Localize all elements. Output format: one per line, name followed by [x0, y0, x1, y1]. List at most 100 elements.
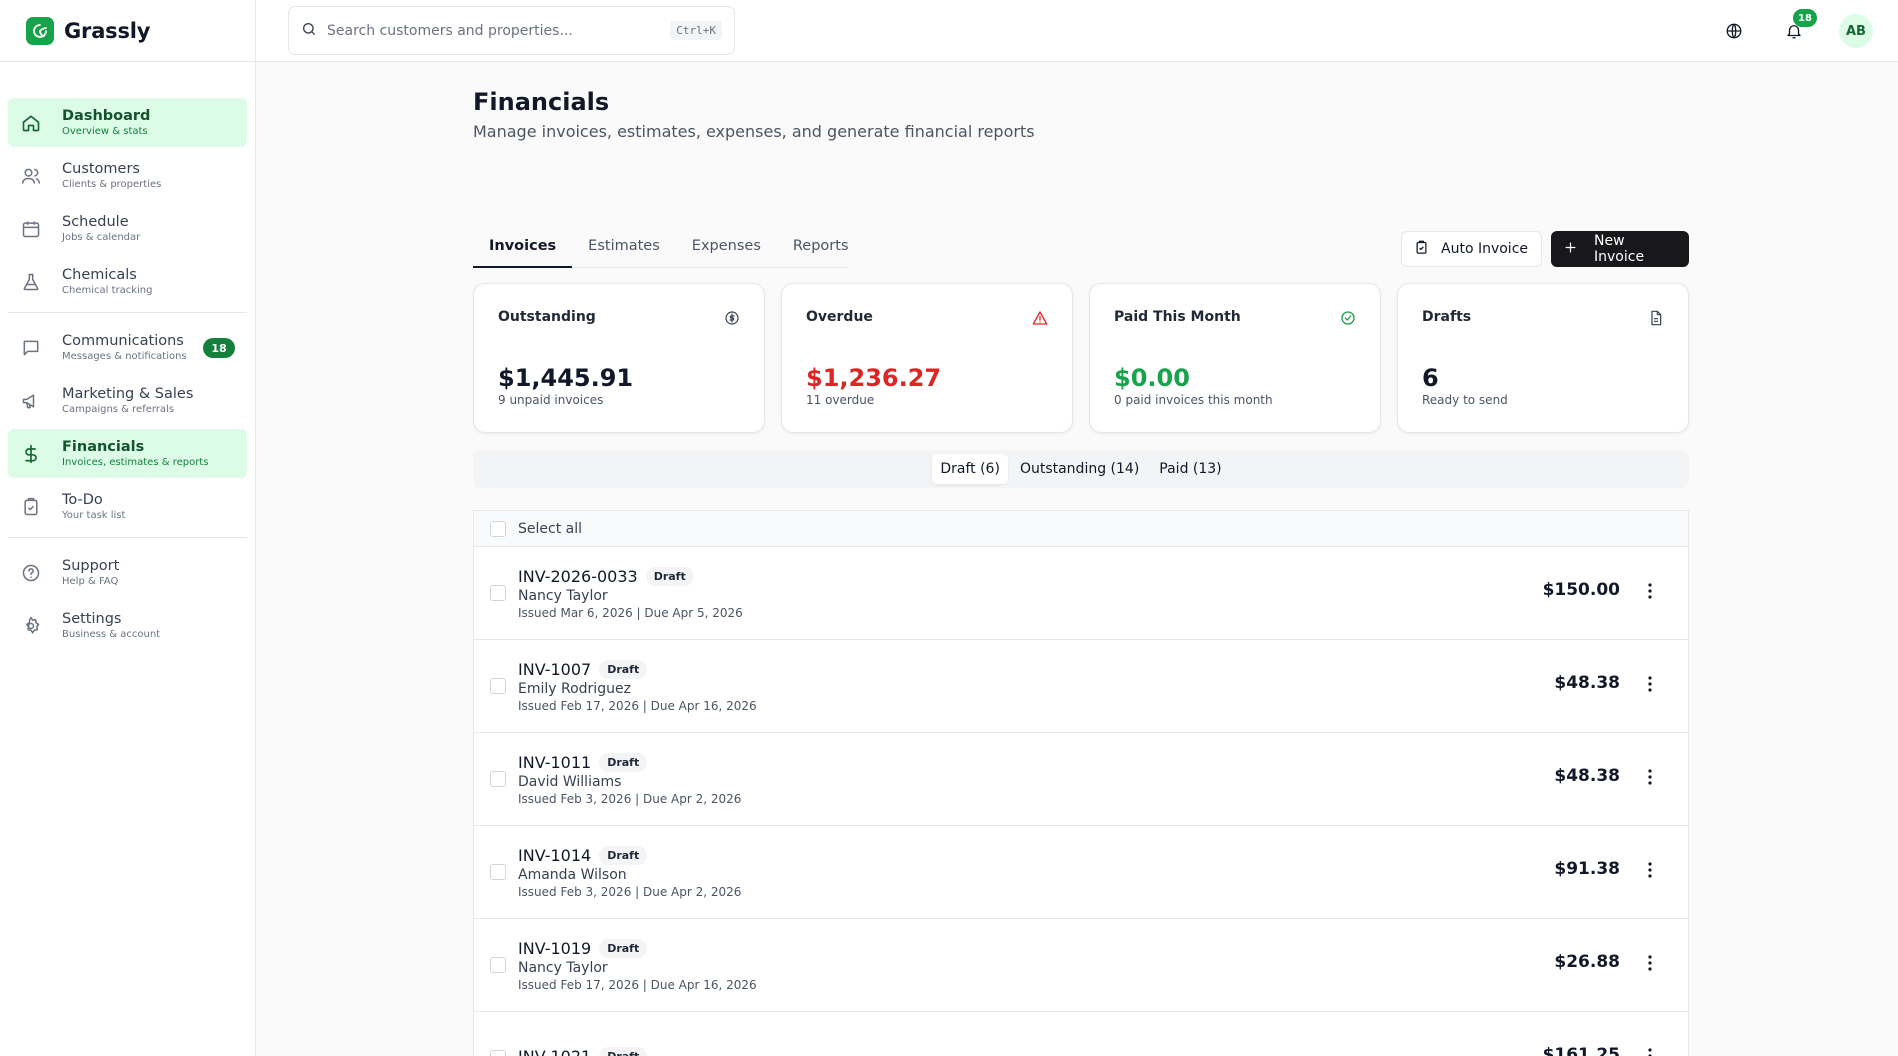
status-badge: Draft — [599, 1046, 648, 1056]
sidebar-item-sub: Overview & stats — [62, 125, 148, 137]
invoice-row[interactable]: INV-1021 Draft $161.25 — [474, 1012, 1688, 1056]
sidebar-item-settings[interactable]: Settings Business & account — [8, 601, 247, 650]
invoice-number: INV-1019 — [518, 938, 592, 958]
stat-card-overdue: Overdue $1,236.27 11 overdue — [781, 283, 1073, 433]
tab-invoices[interactable]: Invoices — [473, 234, 573, 268]
notifications-bell-icon[interactable]: 18 — [1781, 9, 1817, 44]
sidebar-divider — [8, 312, 247, 313]
invoice-number: INV-1014 — [518, 845, 592, 865]
invoice-number: INV-1021 — [518, 1046, 592, 1056]
filter-outstanding[interactable]: Outstanding (14) — [1012, 454, 1147, 484]
auto-invoice-button[interactable]: Auto Invoice — [1401, 231, 1542, 267]
tab-expenses[interactable]: Expenses — [676, 234, 777, 268]
new-invoice-button[interactable]: New Invoice — [1551, 231, 1689, 267]
select-all-checkbox[interactable] — [490, 520, 506, 537]
invoice-row[interactable]: INV-1019 Draft Nancy Taylor Issued Feb 17… — [474, 919, 1688, 1012]
brand[interactable]: Grassly — [0, 0, 255, 62]
help-icon — [20, 562, 42, 584]
invoice-row[interactable]: INV-2026-0033 Draft Nancy Taylor Issued M… — [474, 547, 1688, 640]
clipboard-icon — [1414, 240, 1429, 259]
user-avatar[interactable]: AB — [1839, 14, 1873, 48]
row-checkbox[interactable] — [490, 1050, 506, 1056]
language-globe-icon[interactable] — [1721, 18, 1747, 44]
sidebar-item-sub: Help & FAQ — [62, 575, 119, 587]
sidebar-item-label: Communications — [62, 332, 184, 349]
sidebar-divider — [8, 537, 247, 538]
row-checkbox[interactable] — [490, 771, 506, 787]
list-header: Select all — [474, 511, 1688, 547]
invoice-amount: $26.88 — [1554, 952, 1620, 972]
more-vertical-icon[interactable] — [1642, 953, 1658, 973]
sidebar-item-support[interactable]: Support Help & FAQ — [8, 548, 247, 597]
tab-list: Invoices Estimates Expenses Reports — [473, 234, 849, 268]
sidebar-item-dashboard[interactable]: Dashboard Overview & stats — [8, 98, 247, 147]
invoice-dates: Issued Feb 17, 2026 | Due Apr 16, 2026 — [518, 977, 757, 992]
sidebar-item-sub: Your task list — [62, 509, 126, 521]
row-checkbox[interactable] — [490, 678, 506, 694]
calendar-icon — [20, 218, 42, 240]
stat-title: Drafts — [1422, 309, 1472, 325]
select-all-label: Select all — [518, 520, 582, 537]
sidebar-item-label: Settings — [62, 610, 122, 627]
search-shortcut: Ctrl+K — [670, 21, 722, 40]
more-vertical-icon[interactable] — [1642, 674, 1658, 694]
sidebar-item-sub: Chemical tracking — [62, 284, 153, 296]
sidebar-item-marketing[interactable]: Marketing & Sales Campaigns & referrals — [8, 376, 247, 425]
tab-reports[interactable]: Reports — [777, 234, 865, 268]
sidebar-item-schedule[interactable]: Schedule Jobs & calendar — [8, 204, 247, 253]
sidebar-nav: Dashboard Overview & stats Customers Clien… — [0, 62, 255, 650]
status-badge: Draft — [599, 938, 648, 958]
more-vertical-icon[interactable] — [1642, 1046, 1658, 1056]
message-icon — [20, 337, 42, 359]
customer-name: Nancy Taylor — [518, 959, 608, 976]
stat-value: 6 — [1422, 364, 1439, 392]
status-badge: Draft — [599, 845, 648, 865]
sidebar-item-sub: Jobs & calendar — [62, 231, 141, 243]
sidebar-item-label: Schedule — [62, 213, 129, 230]
tab-estimates[interactable]: Estimates — [572, 234, 676, 268]
sidebar-item-sub: Invoices, estimates & reports — [62, 456, 209, 468]
sidebar-item-label: Chemicals — [62, 266, 137, 283]
stats-cards: Outstanding $1,445.91 9 unpaid invoices … — [473, 283, 1689, 433]
sidebar-item-communications[interactable]: Communications Messages & notifications 1… — [8, 323, 247, 372]
invoice-row[interactable]: INV-1007 Draft Emily Rodriguez Issued Feb… — [474, 640, 1688, 733]
sidebar-item-todo[interactable]: To-Do Your task list — [8, 482, 247, 531]
invoice-row[interactable]: INV-1014 Draft Amanda Wilson Issued Feb 3… — [474, 826, 1688, 919]
sidebar-item-sub: Clients & properties — [62, 178, 162, 190]
flask-icon — [20, 271, 42, 293]
invoice-dates: Issued Feb 3, 2026 | Due Apr 2, 2026 — [518, 884, 742, 899]
invoice-row[interactable]: INV-1011 Draft David Williams Issued Feb … — [474, 733, 1688, 826]
more-vertical-icon[interactable] — [1642, 581, 1658, 601]
alert-triangle-icon — [1032, 310, 1048, 326]
page-title: Financials — [473, 88, 610, 116]
stat-note: Ready to send — [1422, 393, 1508, 407]
status-badge: Draft — [599, 752, 648, 772]
users-icon — [20, 165, 42, 187]
check-circle-icon — [1340, 310, 1356, 326]
invoice-amount: $150.00 — [1542, 580, 1620, 600]
sidebar-item-label: Financials — [62, 438, 145, 455]
search-input[interactable]: Search customers and properties... Ctrl+… — [288, 6, 735, 55]
stat-card-paid-this-month: Paid This Month $0.00 0 paid invoices th… — [1089, 283, 1381, 433]
more-vertical-icon[interactable] — [1642, 767, 1658, 787]
filter-paid[interactable]: Paid (13) — [1151, 454, 1229, 484]
row-checkbox[interactable] — [490, 957, 506, 973]
invoice-dates: Issued Feb 17, 2026 | Due Apr 16, 2026 — [518, 698, 757, 713]
search-icon — [301, 21, 317, 41]
invoice-amount: $48.38 — [1554, 766, 1620, 786]
sidebar-item-customers[interactable]: Customers Clients & properties — [8, 151, 247, 200]
sidebar-item-label: Support — [62, 557, 120, 574]
sidebar-item-sub: Campaigns & referrals — [62, 403, 175, 415]
stat-title: Overdue — [806, 309, 873, 325]
sidebar-item-chemicals[interactable]: Chemicals Chemical tracking — [8, 257, 247, 306]
sidebar-item-financials[interactable]: Financials Invoices, estimates & reports — [8, 429, 247, 478]
stat-value: $0.00 — [1114, 364, 1190, 392]
dollar-icon — [20, 443, 42, 465]
more-vertical-icon[interactable] — [1642, 860, 1658, 880]
stat-title: Outstanding — [498, 309, 596, 325]
row-checkbox[interactable] — [490, 585, 506, 601]
sidebar: Grassly Dashboard Overview & stats Custom… — [0, 0, 256, 1056]
invoice-number: INV-2026-0033 — [518, 566, 638, 586]
filter-draft[interactable]: Draft (6) — [932, 454, 1008, 484]
row-checkbox[interactable] — [490, 864, 506, 880]
